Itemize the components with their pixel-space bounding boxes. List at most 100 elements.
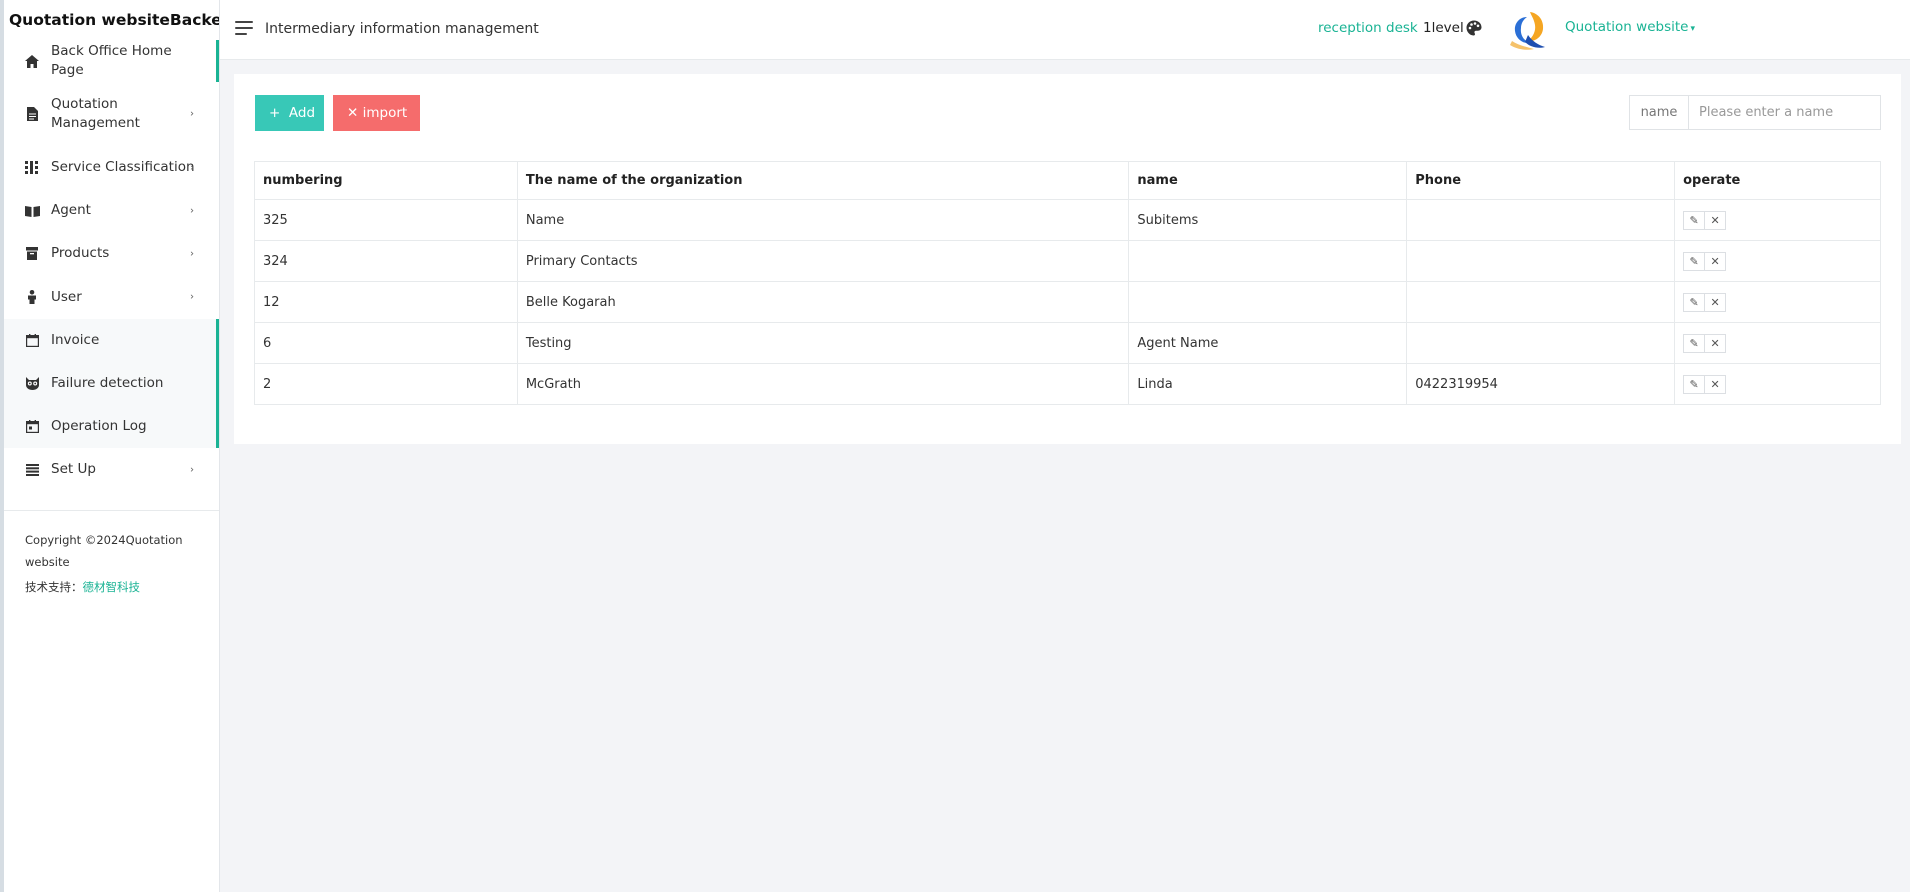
book-icon <box>24 203 40 219</box>
sidebar-item-label: Agent <box>51 202 91 218</box>
copyright-text: Copyright ©2024Quotation website <box>25 533 183 569</box>
cell-numbering: 2 <box>254 363 518 405</box>
sidebar-item-agent[interactable]: Agent › <box>4 189 219 232</box>
sidebar-item-home[interactable]: Back Office Home Page <box>4 40 219 82</box>
close-icon: ✕ <box>347 105 359 121</box>
delete-icon[interactable]: ✕ <box>1704 251 1727 271</box>
cell-operate: ✎ ✕ <box>1674 240 1881 282</box>
column-header-name[interactable]: name <box>1128 161 1408 200</box>
tech-support: 技术支持：德材智科技 <box>4 577 219 597</box>
import-button-label: import <box>362 105 408 121</box>
calendar-check-icon <box>24 419 40 435</box>
sidebar-nav: Back Office Home Page Quotation Manageme… <box>4 40 219 491</box>
table-row: 12 Belle Kogarah ✎ ✕ <box>254 281 1881 323</box>
reception-desk-link[interactable]: reception desk <box>1318 20 1418 36</box>
sidebar-item-invoice[interactable]: Invoice <box>4 319 219 362</box>
chevron-right-icon: › <box>190 162 194 173</box>
chevron-right-icon: › <box>190 205 194 216</box>
brand-title: Quotation websiteBackend <box>9 11 219 29</box>
palette-icon[interactable] <box>1466 20 1482 36</box>
document-icon <box>24 106 40 122</box>
tech-support-label: 技术支持： <box>25 580 83 594</box>
add-button[interactable]: + Add <box>255 95 324 131</box>
person-icon <box>24 289 40 305</box>
user-menu-dropdown[interactable]: Quotation website ▾ <box>1565 19 1695 35</box>
cell-phone: 0422319954 <box>1406 363 1676 405</box>
cell-operate: ✎ ✕ <box>1674 281 1881 323</box>
table-row: 2 McGrath Linda 0422319954 ✎ ✕ <box>254 363 1881 405</box>
sidebar-item-user[interactable]: User › <box>4 275 219 319</box>
menu-toggle-icon[interactable] <box>235 21 253 35</box>
delete-icon[interactable]: ✕ <box>1704 210 1727 230</box>
cell-numbering: 12 <box>254 281 518 323</box>
cell-organization: Name <box>516 199 1130 241</box>
delete-icon[interactable]: ✕ <box>1704 292 1727 312</box>
sidebar-item-label: Set Up <box>51 461 96 477</box>
sidebar-item-label: Invoice <box>51 332 100 348</box>
chevron-right-icon: › <box>190 248 194 259</box>
cell-phone <box>1406 240 1676 282</box>
delete-icon[interactable]: ✕ <box>1704 374 1727 394</box>
sidebar-item-service-classification[interactable]: Service Classification › <box>4 146 219 189</box>
cell-name: Agent Name <box>1128 322 1408 364</box>
archive-icon <box>24 246 40 262</box>
sidebar-item-label: Failure detection <box>51 375 164 391</box>
sidebar-item-label: Service Classification <box>51 159 195 175</box>
sidebar-item-label: User <box>51 288 82 305</box>
sidebar-item-set-up[interactable]: Set Up › <box>4 448 219 491</box>
chevron-right-icon: › <box>190 464 194 475</box>
tech-support-link[interactable]: 德材智科技 <box>83 580 141 594</box>
cell-numbering: 324 <box>254 240 518 282</box>
sidebar: Quotation websiteBackend Back Office Hom… <box>4 0 220 892</box>
cell-operate: ✎ ✕ <box>1674 363 1881 405</box>
column-header-numbering[interactable]: numbering <box>254 161 518 200</box>
cell-organization: Belle Kogarah <box>516 281 1130 323</box>
cell-phone <box>1406 199 1676 241</box>
columns-icon <box>24 160 40 176</box>
page-title: Intermediary information management <box>265 21 539 37</box>
search-label: name <box>1630 96 1689 129</box>
chevron-right-icon: › <box>190 108 194 120</box>
calendar-icon <box>24 333 40 349</box>
table-row: 6 Testing Agent Name ✎ ✕ <box>254 322 1881 364</box>
sidebar-item-label: Back Office Home Page <box>51 43 172 78</box>
import-button[interactable]: ✕ import <box>333 95 420 131</box>
sidebar-item-failure-detection[interactable]: Failure detection <box>4 362 219 405</box>
content-panel: + Add ✕ import name numbering The name o… <box>234 74 1901 444</box>
search-input[interactable] <box>1689 96 1880 129</box>
delete-icon[interactable]: ✕ <box>1704 333 1727 353</box>
intermediary-table: numbering The name of the organization n… <box>254 161 1881 405</box>
cell-name: Subitems <box>1128 199 1408 241</box>
cell-phone <box>1406 322 1676 364</box>
sidebar-item-products[interactable]: Products › <box>4 232 219 275</box>
user-level: 1level <box>1423 20 1464 36</box>
search-group: name <box>1629 95 1881 130</box>
table-row: 325 Name Subitems ✎ ✕ <box>254 199 1881 241</box>
sidebar-item-label: Operation Log <box>51 418 147 434</box>
sidebar-item-operation-log[interactable]: Operation Log <box>4 405 219 448</box>
column-header-operate: operate <box>1674 161 1881 200</box>
list-icon <box>24 462 40 478</box>
cell-name: Linda <box>1128 363 1408 405</box>
add-button-label: Add <box>288 105 316 121</box>
column-header-organization[interactable]: The name of the organization <box>516 161 1130 200</box>
edit-icon[interactable]: ✎ <box>1683 292 1706 312</box>
sidebar-item-label: Quotation Management <box>51 96 140 131</box>
cell-operate: ✎ ✕ <box>1674 199 1881 241</box>
edit-icon[interactable]: ✎ <box>1683 374 1706 394</box>
chevron-right-icon: › <box>190 291 194 303</box>
edit-icon[interactable]: ✎ <box>1683 251 1706 271</box>
user-avatar-logo[interactable] <box>1508 9 1546 51</box>
sidebar-item-label: Products <box>51 245 110 261</box>
edit-icon[interactable]: ✎ <box>1683 210 1706 230</box>
cell-organization: Testing <box>516 322 1130 364</box>
edit-icon[interactable]: ✎ <box>1683 333 1706 353</box>
plus-icon: + <box>269 105 281 121</box>
column-header-phone[interactable]: Phone <box>1406 161 1676 200</box>
sidebar-item-quotation-management[interactable]: Quotation Management › <box>4 82 219 146</box>
user-menu-label: Quotation website <box>1565 19 1689 35</box>
owl-icon <box>24 376 40 392</box>
table-header-row: numbering The name of the organization n… <box>254 161 1881 200</box>
home-icon <box>24 53 40 69</box>
cell-name <box>1128 281 1408 323</box>
